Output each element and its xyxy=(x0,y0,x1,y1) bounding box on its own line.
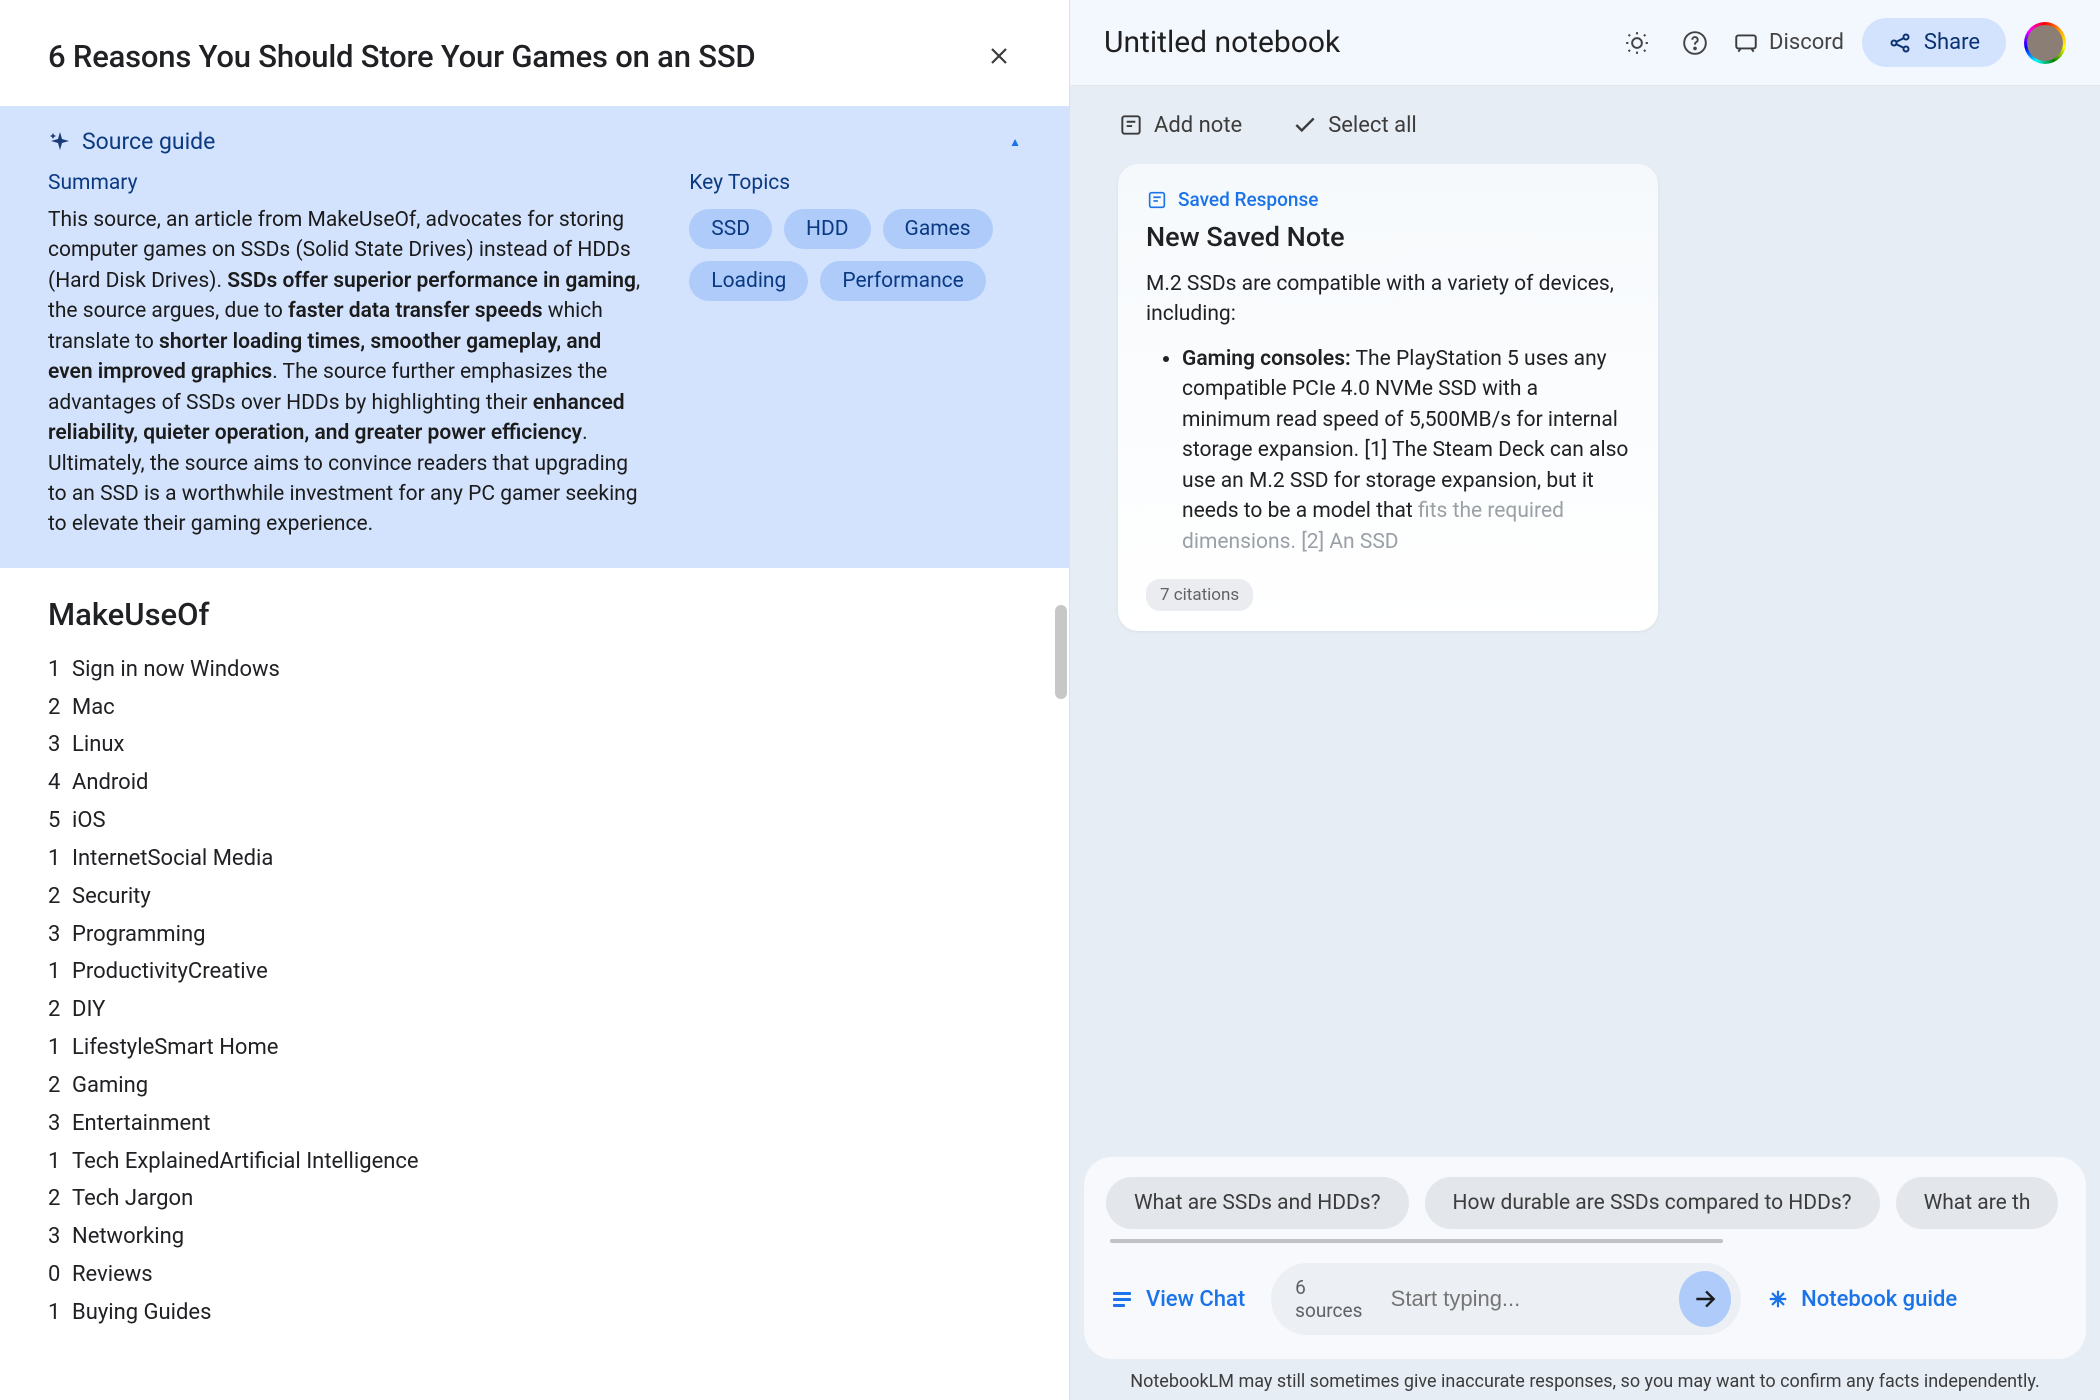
article-nav-item[interactable]: 1InternetSocial Media xyxy=(48,840,1021,878)
article-nav-item[interactable]: 5iOS xyxy=(48,802,1021,840)
key-topics-label: Key Topics xyxy=(689,171,1021,195)
notebook-title[interactable]: Untitled notebook xyxy=(1104,25,1599,60)
view-chat-button[interactable]: View Chat xyxy=(1110,1287,1245,1312)
scrollbar-thumb[interactable] xyxy=(1055,605,1067,699)
theme-toggle-button[interactable] xyxy=(1617,23,1657,63)
citations-badge[interactable]: 7 citations xyxy=(1146,579,1253,611)
chat-bottom-bar: What are SSDs and HDDs? How durable are … xyxy=(1070,1157,2100,1367)
article-content[interactable]: MakeUseOf 1Sign in now Windows2Mac3Linux… xyxy=(0,568,1069,1400)
add-note-button[interactable]: Add note xyxy=(1118,112,1242,138)
check-icon xyxy=(1292,112,1318,138)
sparkle-icon xyxy=(48,130,72,154)
article-nav-item[interactable]: 3Entertainment xyxy=(48,1105,1021,1143)
notebook-panel: Untitled notebook Discord Share Add note xyxy=(1070,0,2100,1400)
note-title: New Saved Note xyxy=(1146,221,1630,253)
note-intro: M.2 SSDs are compatible with a variety o… xyxy=(1146,269,1630,330)
source-guide-label: Source guide xyxy=(82,128,215,155)
chat-input-container: 6 sources xyxy=(1271,1263,1741,1335)
user-avatar[interactable] xyxy=(2024,22,2066,64)
arrow-right-icon xyxy=(1692,1286,1718,1312)
saved-response-icon xyxy=(1146,189,1168,211)
article-site-name: MakeUseOf xyxy=(48,596,1021,633)
topic-chip[interactable]: SSD xyxy=(689,209,772,249)
source-guide-panel: Source guide ▲ Summary This source, an a… xyxy=(0,106,1069,568)
source-title: 6 Reasons You Should Store Your Games on… xyxy=(48,38,755,75)
article-nav-item[interactable]: 1LifestyleSmart Home xyxy=(48,1029,1021,1067)
summary-label: Summary xyxy=(48,171,649,195)
source-guide-toggle[interactable]: Source guide ▲ xyxy=(48,128,1021,155)
chat-icon xyxy=(1110,1287,1134,1311)
share-icon xyxy=(1888,31,1912,55)
article-nav-item[interactable]: 3Networking xyxy=(48,1218,1021,1256)
article-nav-item[interactable]: 4Android xyxy=(48,764,1021,802)
discord-icon xyxy=(1733,30,1759,56)
source-count: 6 sources xyxy=(1295,1276,1372,1322)
topic-chip[interactable]: Games xyxy=(883,209,993,249)
article-nav-item[interactable]: 1Sign in now Windows xyxy=(48,651,1021,689)
discord-link[interactable]: Discord xyxy=(1733,30,1844,56)
disclaimer-text: NotebookLM may still sometimes give inac… xyxy=(1070,1367,2100,1400)
article-nav-item[interactable]: 2DIY xyxy=(48,991,1021,1029)
notes-toolbar: Add note Select all xyxy=(1070,86,2100,164)
article-nav-item[interactable]: 1Buying Guides xyxy=(48,1294,1021,1332)
article-nav-item[interactable]: 1ProductivityCreative xyxy=(48,953,1021,991)
select-all-button[interactable]: Select all xyxy=(1292,112,1417,138)
share-button[interactable]: Share xyxy=(1862,18,2006,67)
note-add-icon xyxy=(1118,112,1144,138)
topic-chip[interactable]: HDD xyxy=(784,209,871,249)
article-nav-item[interactable]: 2Tech Jargon xyxy=(48,1180,1021,1218)
saved-note-card[interactable]: Saved Response New Saved Note M.2 SSDs a… xyxy=(1118,164,1658,631)
sun-icon xyxy=(1624,30,1650,56)
article-nav-item[interactable]: 2Gaming xyxy=(48,1067,1021,1105)
article-nav-item[interactable]: 0Reviews xyxy=(48,1256,1021,1294)
close-button[interactable] xyxy=(977,34,1021,78)
notebook-guide-button[interactable]: Notebook guide xyxy=(1767,1287,1957,1312)
chevron-up-icon: ▲ xyxy=(1009,135,1021,149)
source-panel: 6 Reasons You Should Store Your Games on… xyxy=(0,0,1070,1400)
topic-chip[interactable]: Loading xyxy=(689,261,808,301)
note-bullet-list: Gaming consoles: The PlayStation 5 uses … xyxy=(1146,344,1630,557)
summary-text: This source, an article from MakeUseOf, … xyxy=(48,205,649,540)
asterisk-icon xyxy=(1767,1288,1789,1310)
article-nav-item[interactable]: 2Security xyxy=(48,878,1021,916)
article-nav-item[interactable]: 2Mac xyxy=(48,689,1021,727)
send-button[interactable] xyxy=(1679,1271,1732,1327)
suggestion-row[interactable]: What are SSDs and HDDs? How durable are … xyxy=(1106,1177,2064,1229)
note-tag: Saved Response xyxy=(1146,188,1630,211)
article-nav-item[interactable]: 3Linux xyxy=(48,726,1021,764)
suggestion-chip[interactable]: How durable are SSDs compared to HDDs? xyxy=(1425,1177,1880,1229)
suggestion-chip[interactable]: What are th xyxy=(1896,1177,2059,1229)
topic-chip[interactable]: Performance xyxy=(820,261,985,301)
topic-chips: SSD HDD Games Loading Performance xyxy=(689,209,1021,301)
help-button[interactable] xyxy=(1675,23,1715,63)
suggestion-chip[interactable]: What are SSDs and HDDs? xyxy=(1106,1177,1409,1229)
article-nav-item[interactable]: 3Programming xyxy=(48,916,1021,954)
help-icon xyxy=(1682,30,1708,56)
article-nav-item[interactable]: 1Tech ExplainedArtificial Intelligence xyxy=(48,1143,1021,1181)
notebook-header: Untitled notebook Discord Share xyxy=(1070,0,2100,86)
chat-input[interactable] xyxy=(1391,1286,1679,1312)
close-icon xyxy=(987,44,1011,68)
